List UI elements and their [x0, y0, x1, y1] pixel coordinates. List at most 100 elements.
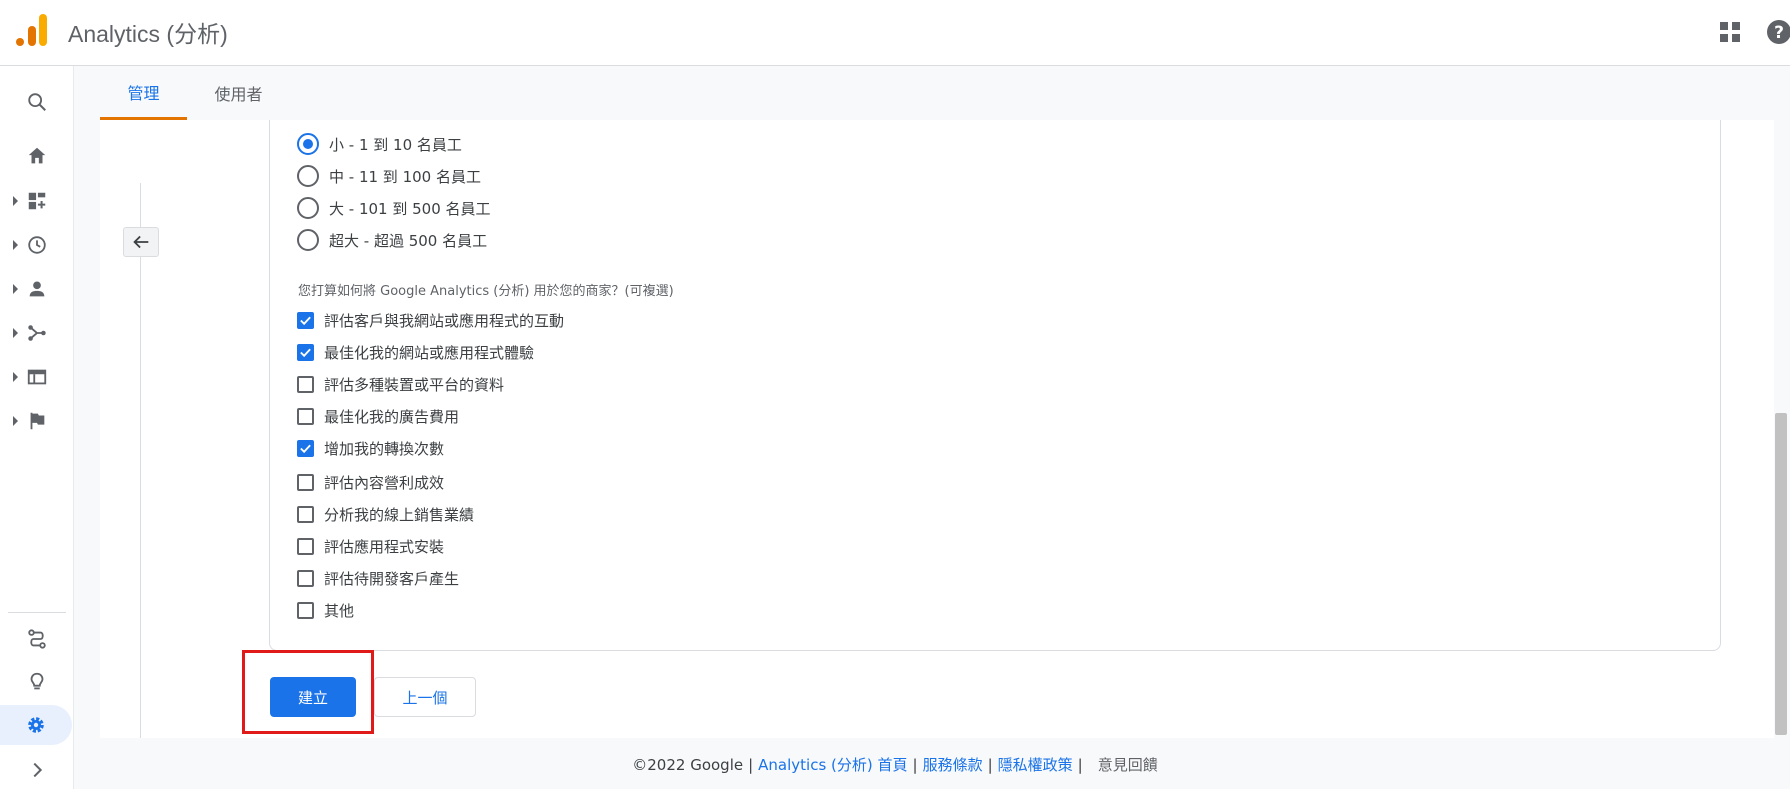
checkbox[interactable]: [297, 601, 314, 619]
nav-customization[interactable]: [0, 181, 74, 221]
nav-discover[interactable]: [0, 662, 74, 702]
footer-separator: |: [1077, 755, 1083, 774]
checkbox-label: 評估客戶與我網站或應用程式的互動: [324, 311, 565, 330]
nav-home[interactable]: [0, 136, 74, 176]
footer-separator: |: [912, 755, 918, 774]
radio-label: 中 - 11 到 100 名員工: [329, 167, 481, 186]
browser-window-icon: [27, 369, 47, 385]
checkbox[interactable]: [297, 375, 314, 393]
help-icon[interactable]: ?: [1766, 19, 1790, 45]
expand-caret-icon: [13, 240, 18, 250]
analytics-logo-icon[interactable]: [16, 12, 50, 48]
person-icon: [29, 281, 45, 297]
nav-admin[interactable]: [0, 705, 72, 745]
checkbox[interactable]: [297, 439, 314, 457]
tab-users[interactable]: 使用者: [200, 66, 277, 120]
lightbulb-icon: [30, 672, 44, 690]
checkbox-option[interactable]: 最佳化我的廣告費用: [297, 403, 459, 429]
admin-tabs: 管理 使用者: [100, 66, 1790, 120]
checkbox-option[interactable]: 評估應用程式安裝: [297, 533, 444, 559]
expand-caret-icon: [13, 328, 18, 338]
nav-conversions[interactable]: [0, 401, 74, 441]
radio-label: 大 - 101 到 500 名員工: [329, 199, 491, 218]
radio-label: 超大 - 超過 500 名員工: [329, 231, 488, 250]
terms-link[interactable]: 服務條款: [923, 754, 983, 775]
svg-text:?: ?: [1774, 23, 1784, 43]
scrollbar-thumb[interactable]: [1775, 413, 1787, 735]
footer-separator: |: [748, 755, 754, 774]
nav-divider: [8, 612, 66, 613]
check-icon: [300, 444, 311, 453]
search-icon: [28, 93, 46, 111]
home-icon: [28, 147, 46, 164]
checkbox-label: 分析我的線上銷售業績: [324, 505, 475, 524]
radio-button[interactable]: [297, 165, 319, 187]
radio-option-extra-large[interactable]: 超大 - 超過 500 名員工: [297, 226, 487, 254]
analytics-home-link[interactable]: Analytics (分析) 首頁: [758, 754, 907, 775]
checkbox-option[interactable]: 評估多種裝置或平台的資料: [297, 371, 504, 397]
checkbox-label: 評估多種裝置或平台的資料: [324, 375, 505, 394]
checkbox[interactable]: [297, 311, 314, 329]
check-icon: [300, 316, 311, 325]
checkbox-option[interactable]: 增加我的轉換次數: [297, 435, 444, 461]
radio-option-large[interactable]: 大 - 101 到 500 名員工: [297, 194, 491, 222]
checkbox[interactable]: [297, 537, 314, 555]
nav-search[interactable]: [0, 82, 74, 122]
radio-button[interactable]: [297, 197, 319, 219]
gear-icon: [28, 717, 44, 733]
expand-caret-icon: [13, 196, 18, 206]
checkbox-label: 評估待開發客戶產生: [324, 569, 460, 588]
nav-realtime[interactable]: [0, 225, 74, 265]
copyright-text: ©2022 Google: [632, 755, 744, 774]
nav-attribution[interactable]: [0, 619, 74, 659]
nav-acquisition[interactable]: [0, 313, 74, 353]
checkbox-option[interactable]: 評估客戶與我網站或應用程式的互動: [297, 307, 564, 333]
checkbox-option[interactable]: 評估待開發客戶產生: [297, 565, 459, 591]
route-icon: [28, 629, 46, 649]
checkbox-label: 評估應用程式安裝: [324, 537, 445, 556]
expand-caret-icon: [13, 284, 18, 294]
arrow-left-icon: [133, 235, 149, 249]
nav-behavior[interactable]: [0, 357, 74, 397]
checkbox-label: 評估內容營利成效: [324, 473, 445, 492]
checkbox-option[interactable]: 分析我的線上銷售業績: [297, 501, 474, 527]
app-title: Analytics (分析): [68, 21, 228, 47]
nav-audience[interactable]: [0, 269, 74, 309]
checkbox[interactable]: [297, 407, 314, 425]
previous-button[interactable]: 上一個: [374, 677, 476, 717]
radio-button[interactable]: [297, 133, 319, 155]
app-header: Analytics (分析) ?: [0, 0, 1790, 66]
checkbox-option[interactable]: 評估內容營利成效: [297, 469, 444, 495]
expand-caret-icon: [13, 416, 18, 426]
side-navigation: [0, 66, 74, 789]
checkbox[interactable]: [297, 505, 314, 523]
apps-grid-icon[interactable]: [1718, 20, 1742, 44]
footer: ©2022 Google | Analytics (分析) 首頁 | 服務條款 …: [0, 740, 1790, 789]
checkbox[interactable]: [297, 343, 314, 361]
footer-separator: |: [987, 755, 993, 774]
checkbox-label: 最佳化我的網站或應用程式體驗: [324, 343, 535, 362]
clock-icon: [28, 236, 46, 254]
stepper-line: [140, 183, 141, 738]
back-button[interactable]: [123, 227, 159, 257]
checkbox-option[interactable]: 其他: [297, 597, 354, 623]
checkbox-label: 最佳化我的廣告費用: [324, 407, 460, 426]
flag-icon: [30, 412, 45, 430]
feedback-link[interactable]: 意見回饋: [1098, 754, 1158, 775]
share-icon: [28, 325, 46, 341]
expand-caret-icon: [13, 372, 18, 382]
radio-option-medium[interactable]: 中 - 11 到 100 名員工: [297, 162, 481, 190]
create-button[interactable]: 建立: [270, 677, 356, 717]
checkbox[interactable]: [297, 473, 314, 491]
radio-label: 小 - 1 到 10 名員工: [329, 135, 462, 154]
radio-option-small[interactable]: 小 - 1 到 10 名員工: [297, 130, 462, 158]
tab-admin[interactable]: 管理: [100, 66, 187, 120]
checkbox-option[interactable]: 最佳化我的網站或應用程式體驗: [297, 339, 534, 365]
checkbox-label: 其他: [324, 601, 355, 620]
privacy-link[interactable]: 隱私權政策: [998, 754, 1073, 775]
radio-button[interactable]: [297, 229, 319, 251]
check-icon: [300, 348, 311, 357]
checkbox-label: 增加我的轉換次數: [324, 439, 445, 458]
usage-question: 您打算如何將 Google Analytics (分析) 用於您的商家？(可複選…: [298, 284, 674, 299]
checkbox[interactable]: [297, 569, 314, 587]
